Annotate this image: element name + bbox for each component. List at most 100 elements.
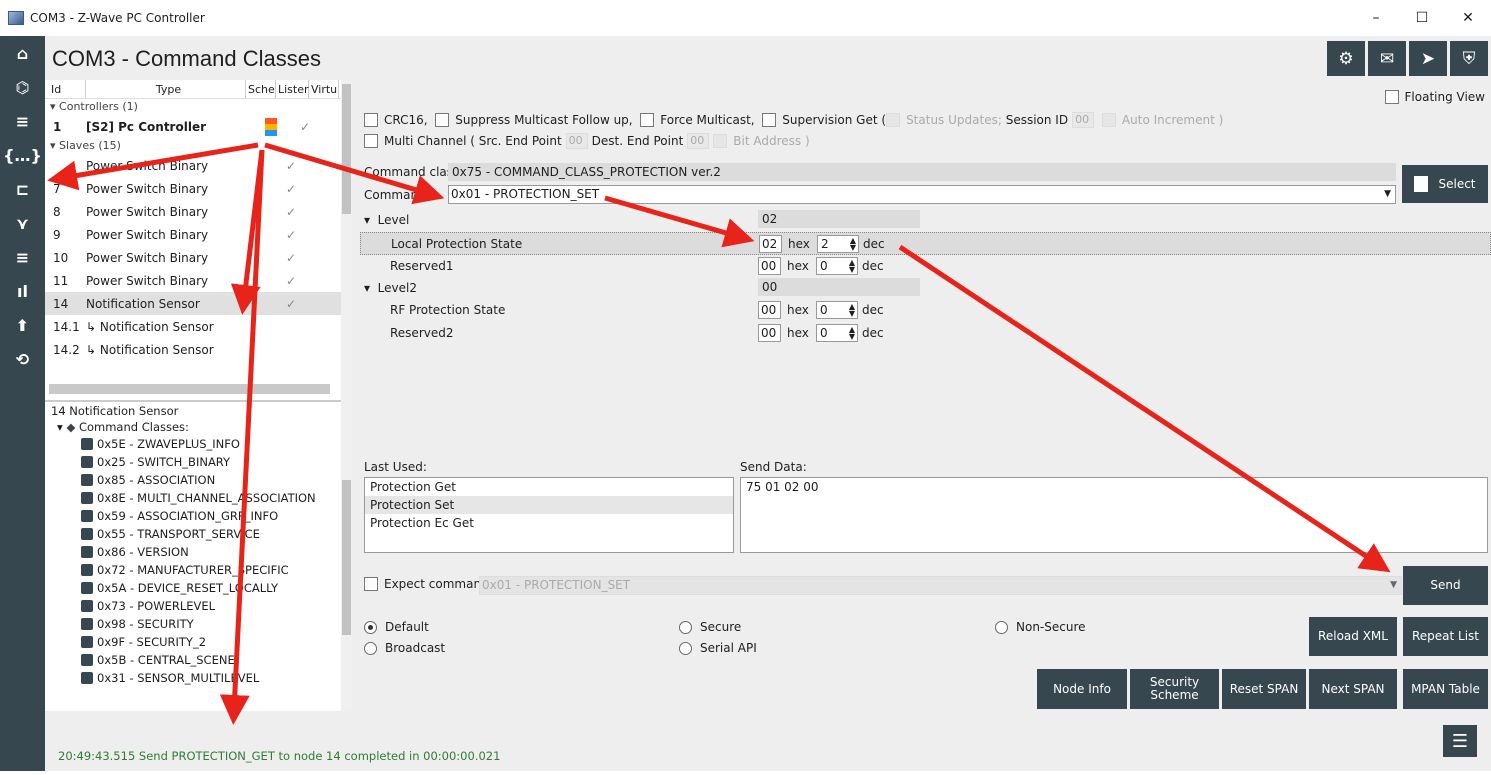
send-button[interactable]: Send [1403,566,1488,605]
bit-address-checkbox[interactable] [713,134,728,148]
slaves-group[interactable]: ▾ Slaves (15) [45,138,341,154]
last-used-item[interactable]: Protection Set [365,496,733,514]
param-local-protection-state[interactable]: Local Protection State 02 hex 2 ▲ ▼ dec [360,232,1491,255]
command-class-item[interactable]: 0x9F - SECURITY_2 [45,633,341,651]
command-class-item[interactable]: 0x25 - SWITCH_BINARY [45,453,341,471]
command-class-item[interactable]: 0x5E - ZWAVEPLUS_INFO [45,435,341,453]
queue-icon[interactable]: ≡ [0,240,45,274]
command-dropdown[interactable]: 0x01 - PROTECTION_SET ▼ [448,185,1396,204]
command-class-item[interactable]: 0x98 - SECURITY [45,615,341,633]
radio-secure[interactable]: Secure [679,620,741,634]
maximize-button[interactable]: ☐ [1399,0,1445,36]
repeat-list-button[interactable]: Repeat List [1403,617,1488,656]
select-button[interactable]: Select [1402,165,1488,203]
command-class-item[interactable]: 0x85 - ASSOCIATION [45,471,341,489]
last-used-item[interactable]: Protection Ec Get [365,514,733,532]
node-row[interactable]: 9 Power Switch Binary ✓ [45,223,341,246]
node-row[interactable]: 11 Power Switch Binary ✓ [45,269,341,292]
command-class-item[interactable]: 0x86 - VERSION [45,543,341,561]
radio-serial-api[interactable]: Serial API [679,641,757,655]
security-scheme-button[interactable]: Security Scheme [1130,669,1219,709]
col-virtual[interactable]: Virtu [309,80,339,98]
send-data-field[interactable]: 75 01 02 00 [740,477,1488,553]
src-endpoint-field[interactable]: 00 [565,133,588,149]
suppress-multicast-checkbox[interactable] [435,113,450,127]
home-icon[interactable]: ⌂ [0,36,45,70]
node-row[interactable]: 8 Power Switch Binary ✓ [45,200,341,223]
reserved1-hex[interactable]: 00 [758,257,781,275]
radio-default[interactable]: Default [364,620,429,634]
reserved2-hex[interactable]: 00 [758,324,781,342]
dest-endpoint-field[interactable]: 00 [687,133,710,149]
settings-icon[interactable]: ⚙ [1327,41,1365,76]
param-rf-protection-state[interactable]: RF Protection State 00 hex 0 ▲ ▼ dec [360,299,1491,322]
col-scheme[interactable]: Sche [246,80,276,98]
radio-non-secure[interactable]: Non-Secure [995,620,1086,634]
auto-increment-checkbox[interactable] [1101,113,1116,127]
param-reserved1[interactable]: Reserved1 00 hex 0 ▲ ▼ dec [360,255,1491,278]
floating-view-checkbox[interactable]: Floating View [1384,90,1485,104]
mpan-table-button[interactable]: MPAN Table [1403,669,1488,709]
radio-broadcast[interactable]: Broadcast [364,641,445,655]
command-class-item[interactable]: 0x72 - MANUFACTURER_SPECIFIC [45,561,341,579]
reserved2-dec[interactable]: 0 ▲ ▼ [816,324,858,342]
command-class-item[interactable]: 0x59 - ASSOCIATION_GRP_INFO [45,507,341,525]
col-listening[interactable]: Lister [276,80,309,98]
param-level2[interactable]: ▾ Level2 00 [360,277,1491,300]
col-type[interactable]: Type [86,80,246,98]
reserved1-dec[interactable]: 0 ▲ ▼ [816,257,858,275]
command-class-item[interactable]: 0x73 - POWERLEVEL [45,597,341,615]
minimize-button[interactable]: – [1353,0,1399,36]
next-span-button[interactable]: Next SPAN [1309,669,1397,709]
info-scroll-thumb[interactable] [342,480,351,635]
node-row[interactable]: 7 Power Switch Binary ✓ [45,177,341,200]
node-row[interactable]: Power Switch Binary ✓ [45,154,341,177]
router-icon[interactable]: ⌬ [0,70,45,104]
force-multicast-checkbox[interactable] [640,113,655,127]
param-level[interactable]: ▾ Level 02 [360,209,1491,232]
node-row-controller[interactable]: 1 [S2] Pc Controller ✓ [45,115,341,138]
left-vscrollbar[interactable] [341,80,352,771]
local-protection-dec[interactable]: 2 ▲ ▼ [817,235,859,253]
crc16-checkbox[interactable] [364,113,378,127]
rf-protection-hex[interactable]: 00 [758,301,781,319]
shield-icon[interactable]: ⛨ [1450,41,1488,76]
command-class-item[interactable]: 0x5B - CENTRAL_SCENE [45,651,341,669]
topology-icon[interactable]: ⊏ [0,172,45,206]
network-icon[interactable]: ⋎ [0,206,45,240]
upload-icon[interactable]: ⬆ [0,308,45,342]
node-row[interactable]: 14.1 ↳ Notification Sensor [45,315,341,338]
list-check-icon[interactable]: ≡ [0,104,45,138]
node-list-scroll-thumb[interactable] [342,84,351,214]
expect-command-dropdown[interactable]: 0x01 - PROTECTION_SET ▼ [479,576,1402,595]
multi-channel-checkbox[interactable] [364,134,378,148]
session-id-field[interactable]: 00 [1072,112,1095,128]
restore-icon[interactable]: ⟲ [0,342,45,376]
col-id[interactable]: Id [45,80,86,98]
expect-command-checkbox[interactable]: Expect command [364,577,489,591]
reset-span-button[interactable]: Reset SPAN [1222,669,1306,709]
command-classes-icon[interactable]: {…} [0,138,45,172]
supervision-get-checkbox[interactable] [762,113,777,127]
close-button[interactable]: ✕ [1445,0,1491,36]
last-used-item[interactable]: Protection Get [365,478,733,496]
controllers-group[interactable]: ▾ Controllers (1) [45,99,341,115]
status-updates-checkbox[interactable] [886,113,901,127]
param-reserved2[interactable]: Reserved2 00 hex 0 ▲ ▼ dec [360,322,1491,345]
node-list-hscrollbar[interactable] [49,384,330,394]
node-info-button[interactable]: Node Info [1037,669,1127,709]
command-class-item[interactable]: 0x31 - SENSOR_MULTILEVEL [45,669,341,687]
rf-protection-dec[interactable]: 0 ▲ ▼ [816,301,858,319]
command-class-item[interactable]: 0x5A - DEVICE_RESET_LOCALLY [45,579,341,597]
node-row-selected[interactable]: 14 Notification Sensor ✓ [45,292,341,315]
chart-icon[interactable]: ıl [0,274,45,308]
log-menu-icon[interactable]: ☰ [1443,725,1477,757]
command-class-item[interactable]: 0x8E - MULTI_CHANNEL_ASSOCIATION [45,489,341,507]
node-row[interactable]: 14.2 ↳ Notification Sensor [45,338,341,361]
node-row[interactable]: 10 Power Switch Binary ✓ [45,246,341,269]
command-classes-header[interactable]: ▾ ◆ Command Classes: [45,420,341,435]
reload-xml-button[interactable]: Reload XML [1309,617,1397,656]
local-protection-hex[interactable]: 02 [759,235,782,253]
mail-icon[interactable]: ✉ [1368,41,1406,76]
send-icon[interactable]: ➤ [1409,41,1447,76]
